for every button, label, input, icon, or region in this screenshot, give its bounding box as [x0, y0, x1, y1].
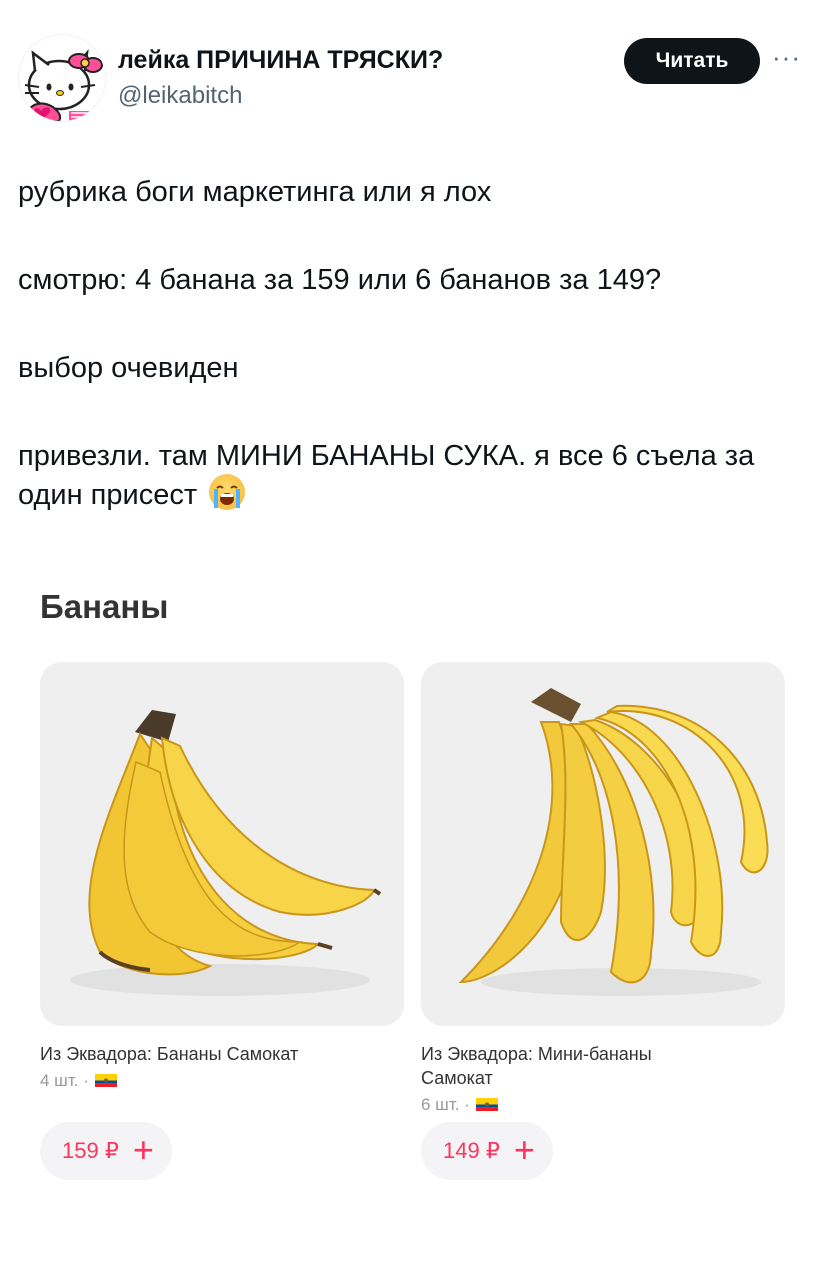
- ecuador-flag-icon: [475, 1098, 498, 1111]
- plus-icon: +: [513, 1128, 535, 1170]
- ecuador-flag-icon: [94, 1074, 117, 1087]
- tweet-paragraph-text: привезли. там МИНИ БАНАНЫ СУКА. я все 6 …: [18, 440, 755, 511]
- loudly-crying-face-icon: [209, 474, 246, 510]
- tweet-paragraph: выбор очевиден: [18, 352, 239, 384]
- product-count: 4 шт. ·: [40, 1071, 117, 1091]
- add-to-cart-button[interactable]: 149 ₽ +: [421, 1122, 553, 1180]
- category-title: Бананы: [40, 588, 169, 625]
- plus-icon: +: [132, 1128, 154, 1170]
- product-name[interactable]: Из Эквадора: Бананы Самокат: [40, 1042, 380, 1066]
- product-image-bananas[interactable]: [40, 662, 404, 1026]
- author-name[interactable]: лейка ПРИЧИНА ТРЯСКИ?: [118, 46, 443, 75]
- follow-button[interactable]: Читать: [624, 38, 760, 84]
- avatar[interactable]: [18, 34, 106, 122]
- price-label: 159 ₽: [62, 1138, 119, 1163]
- banana-bunch-icon: [70, 710, 382, 996]
- mini-banana-bunch-icon: [458, 688, 769, 996]
- add-to-cart-button[interactable]: 159 ₽ +: [40, 1122, 172, 1180]
- author-handle[interactable]: @leikabitch: [118, 82, 242, 110]
- tweet-header: лейка ПРИЧИНА ТРЯСКИ? @leikabitch Читать…: [18, 34, 808, 124]
- tweet-paragraph: смотрю: 4 банана за 159 или 6 бананов за…: [18, 264, 662, 296]
- product-image-mini-bananas[interactable]: [421, 662, 785, 1026]
- price-label: 149 ₽: [443, 1138, 500, 1163]
- hello-kitty-icon: [19, 35, 105, 121]
- more-options-icon[interactable]: ···: [772, 42, 801, 73]
- tweet-paragraph: рубрика боги маркетинга или я лох: [18, 176, 492, 208]
- product-count: 6 шт. ·: [421, 1095, 498, 1115]
- product-count-text: 4 шт. ·: [40, 1071, 89, 1090]
- product-name[interactable]: Из Эквадора: Мини-бананы Самокат: [421, 1042, 721, 1090]
- tweet-paragraph: привезли. там МИНИ БАНАНЫ СУКА. я все 6 …: [18, 438, 818, 513]
- shop-screenshot: Бананы Из Эквадора: Бананы Самокат 4 шт.…: [0, 560, 825, 1280]
- product-count-text: 6 шт. ·: [421, 1095, 470, 1114]
